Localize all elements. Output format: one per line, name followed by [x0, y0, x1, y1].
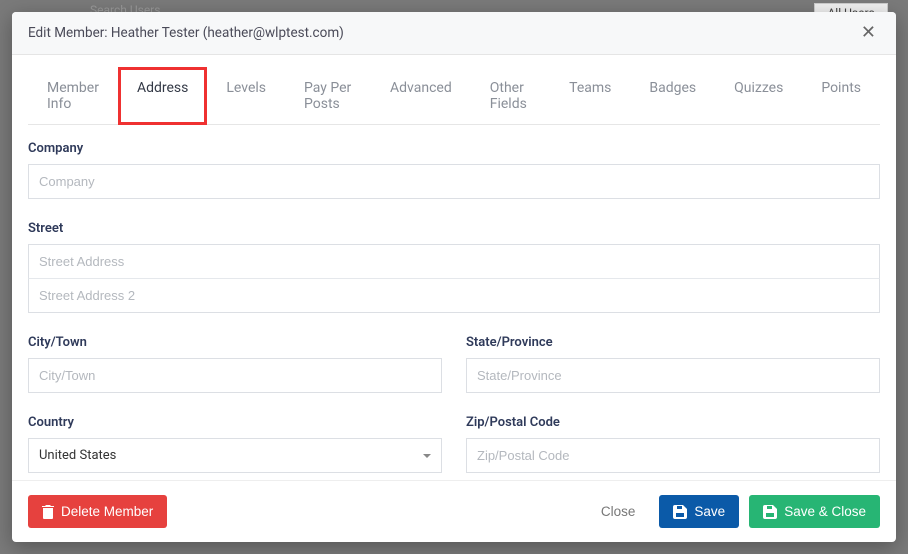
country-group: Country United States: [28, 415, 442, 473]
street-address-2-input[interactable]: [28, 278, 880, 313]
chevron-down-icon: [423, 454, 431, 458]
modal-header: Edit Member: Heather Tester (heather@wlp…: [12, 12, 896, 55]
city-group: City/Town: [28, 335, 442, 393]
modal-footer: Delete Member Close Save Save & Close: [12, 480, 896, 542]
tab-badges[interactable]: Badges: [630, 67, 715, 125]
street-label: Street: [28, 221, 880, 236]
footer-right: Close Save Save & Close: [587, 495, 880, 528]
save-icon: [673, 505, 687, 519]
delete-member-label: Delete Member: [61, 504, 153, 519]
edit-member-modal: Edit Member: Heather Tester (heather@wlp…: [12, 12, 896, 542]
trash-icon: [42, 505, 54, 519]
country-selected-value: United States: [39, 448, 116, 463]
company-group: Company: [28, 141, 880, 199]
company-input[interactable]: [28, 164, 880, 199]
save-button[interactable]: Save: [659, 495, 739, 528]
save-label: Save: [694, 504, 725, 519]
close-button[interactable]: Close: [587, 495, 650, 528]
save-close-icon: [763, 505, 777, 519]
country-label: Country: [28, 415, 442, 430]
tab-pay-per-posts[interactable]: Pay Per Posts: [285, 67, 371, 125]
save-close-label: Save & Close: [784, 504, 866, 519]
modal-title: Edit Member: Heather Tester (heather@wlp…: [28, 25, 344, 41]
close-icon[interactable]: ✕: [857, 22, 880, 44]
city-label: City/Town: [28, 335, 442, 350]
state-group: State/Province: [466, 335, 880, 393]
country-zip-row: Country United States Zip/Postal Code: [28, 415, 880, 480]
city-input[interactable]: [28, 358, 442, 393]
city-state-row: City/Town State/Province: [28, 335, 880, 415]
state-label: State/Province: [466, 335, 880, 350]
country-select[interactable]: United States: [28, 438, 442, 473]
modal-body: Member Info Address Levels Pay Per Posts…: [12, 55, 896, 480]
tab-teams[interactable]: Teams: [550, 67, 630, 125]
street-address-1-input[interactable]: [28, 244, 880, 279]
tab-other-fields[interactable]: Other Fields: [471, 67, 550, 125]
zip-label: Zip/Postal Code: [466, 415, 880, 430]
delete-member-button[interactable]: Delete Member: [28, 495, 167, 528]
tab-member-info[interactable]: Member Info: [28, 67, 118, 125]
zip-input[interactable]: [466, 438, 880, 473]
tab-address[interactable]: Address: [118, 67, 207, 125]
tab-quizzes[interactable]: Quizzes: [715, 67, 802, 125]
company-label: Company: [28, 141, 880, 156]
state-input[interactable]: [466, 358, 880, 393]
tab-levels[interactable]: Levels: [207, 67, 285, 125]
street-group: Street: [28, 221, 880, 313]
save-close-button[interactable]: Save & Close: [749, 495, 880, 528]
tabs: Member Info Address Levels Pay Per Posts…: [28, 67, 880, 125]
tab-points[interactable]: Points: [802, 67, 880, 125]
tab-advanced[interactable]: Advanced: [371, 67, 471, 125]
zip-group: Zip/Postal Code: [466, 415, 880, 473]
